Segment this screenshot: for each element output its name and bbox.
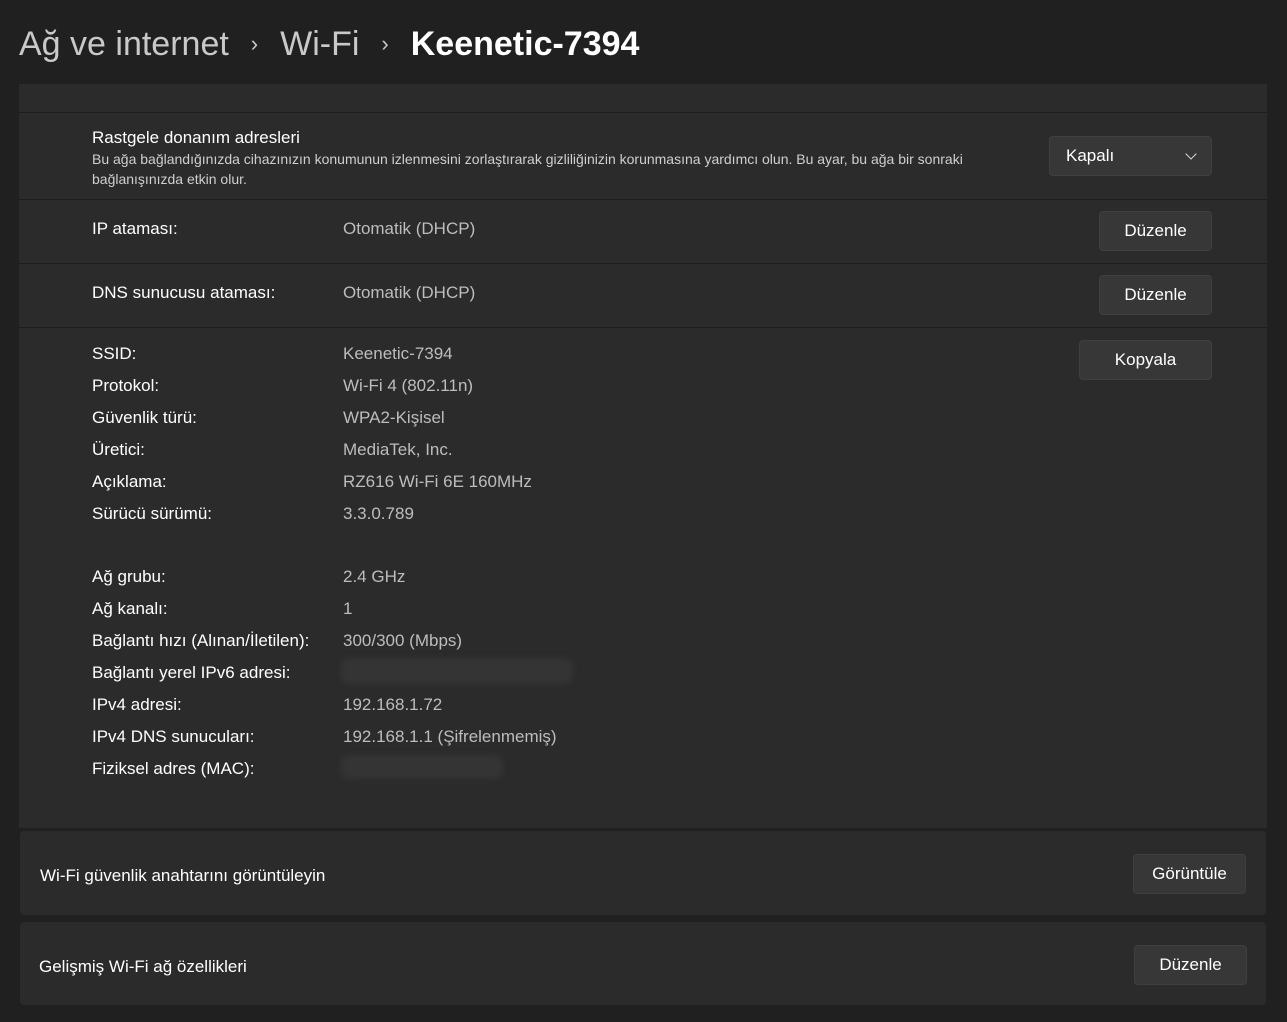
chevron-right-icon: ›	[381, 31, 389, 56]
view-security-key-card: Wi-Fi güvenlik anahtarını görüntüleyin G…	[20, 831, 1266, 915]
redacted-mac-address	[341, 755, 503, 779]
property-value: 300/300 (Mbps)	[343, 631, 463, 650]
property-label: Ağ grubu:	[92, 567, 166, 586]
property-value: Wi-Fi 4 (802.11n)	[343, 376, 474, 395]
ip-edit-button[interactable]: Düzenle	[1099, 211, 1212, 251]
ip-assignment-row: IP ataması: Otomatik (DHCP) Düzenle	[19, 200, 1267, 264]
property-value: Keenetic-7394	[343, 344, 453, 363]
property-label: IPv4 adresi:	[92, 695, 182, 714]
property-label: Bağlantı yerel IPv6 adresi:	[92, 663, 291, 682]
view-button[interactable]: Görüntüle	[1133, 854, 1246, 894]
property-value: MediaTek, Inc.	[343, 440, 453, 459]
property-label: Ağ kanalı:	[92, 599, 168, 618]
copy-button[interactable]: Kopyala	[1079, 340, 1212, 380]
view-security-key-label: Wi-Fi güvenlik anahtarını görüntüleyin	[40, 866, 326, 885]
dns-edit-button[interactable]: Düzenle	[1099, 275, 1212, 315]
ip-assignment-label: IP ataması:	[92, 219, 178, 238]
property-label: Bağlantı hızı (Alınan/İletilen):	[92, 631, 310, 650]
property-value: 3.3.0.789	[343, 504, 414, 523]
property-label: Açıklama:	[92, 472, 167, 491]
chevron-down-icon	[1185, 148, 1197, 160]
property-value: WPA2-Kişisel	[343, 408, 445, 427]
property-label: Protokol:	[92, 376, 160, 395]
property-value: RZ616 Wi-Fi 6E 160MHz	[343, 472, 532, 491]
breadcrumb-wifi[interactable]: Wi-Fi	[280, 25, 359, 64]
dns-assignment-value: Otomatik (DHCP)	[343, 283, 476, 302]
page-title: Keenetic-7394	[410, 24, 640, 63]
random-hardware-address-description: Bu ağa bağlandığınızda cihazınızın konum…	[92, 151, 963, 187]
property-value: 192.168.1.72	[343, 695, 443, 714]
dns-assignment-row: DNS sunucusu ataması: Otomatik (DHCP) Dü…	[19, 264, 1267, 328]
property-label: SSID:	[92, 344, 137, 363]
random-hardware-address-row: Rastgele donanım adresleri Bu ağa bağlan…	[19, 113, 1267, 200]
dns-assignment-label: DNS sunucusu ataması:	[92, 283, 276, 302]
property-label: IPv4 DNS sunucuları:	[92, 727, 255, 746]
random-hardware-address-dropdown[interactable]: Kapalı	[1049, 136, 1212, 176]
breadcrumb: Ağ ve internet › Wi-Fi › Keenetic-7394	[19, 22, 639, 66]
advanced-edit-button[interactable]: Düzenle	[1134, 945, 1247, 985]
advanced-wifi-properties-card: Gelişmiş Wi-Fi ağ özellikleri Düzenle	[20, 922, 1266, 1005]
breadcrumb-network-internet[interactable]: Ağ ve internet	[19, 25, 229, 64]
property-label: Güvenlik türü:	[92, 408, 197, 427]
random-hardware-address-title: Rastgele donanım adresleri	[92, 128, 300, 147]
property-label: Fiziksel adres (MAC):	[92, 759, 255, 778]
redacted-ipv6-address	[341, 658, 573, 684]
ip-assignment-value: Otomatik (DHCP)	[343, 219, 476, 238]
chevron-right-icon: ›	[250, 31, 259, 56]
settings-row-partial	[19, 84, 1267, 113]
property-label: Sürücü sürümü:	[92, 504, 212, 523]
property-value: 192.168.1.1 (Şifrelenmemiş)	[343, 727, 557, 746]
network-properties-panel: Kopyala SSID: Keenetic-7394 Protokol: Wi…	[19, 328, 1267, 828]
property-label: Üretici:	[92, 440, 145, 459]
dropdown-value: Kapalı	[1066, 146, 1115, 165]
advanced-wifi-properties-label: Gelişmiş Wi-Fi ağ özellikleri	[39, 957, 247, 976]
property-value: 2.4 GHz	[343, 567, 406, 586]
property-value: 1	[343, 599, 353, 618]
